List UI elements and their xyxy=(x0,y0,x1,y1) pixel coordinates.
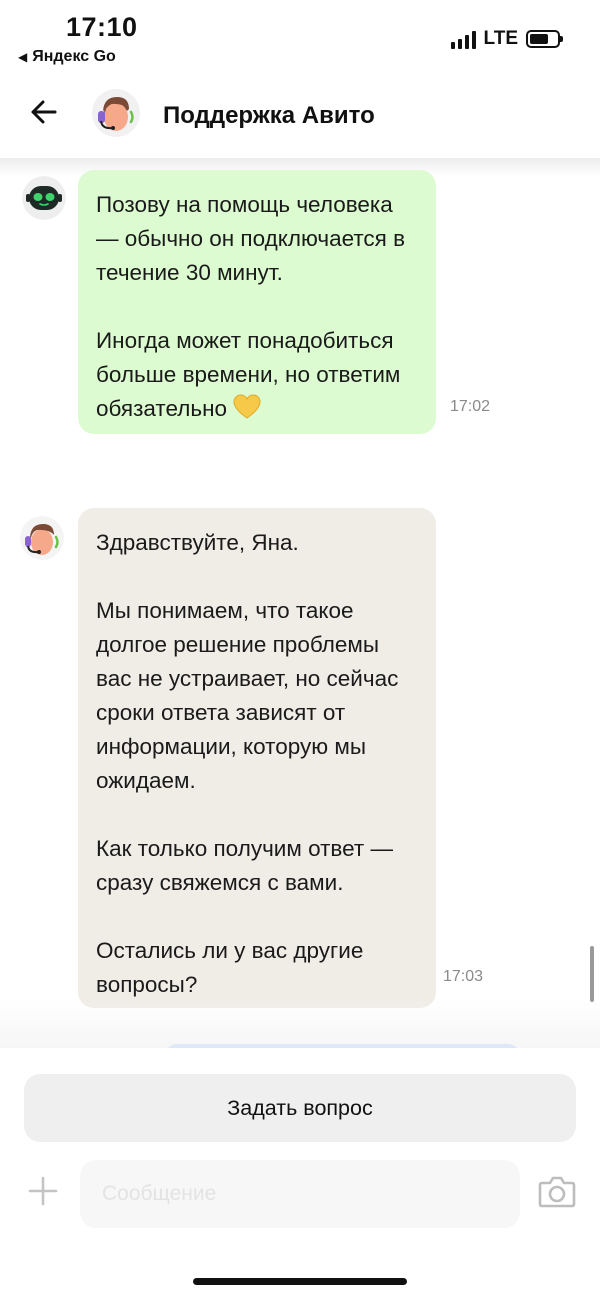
home-indicator[interactable] xyxy=(193,1278,407,1285)
bottom-scroll-fade xyxy=(0,1000,600,1048)
composer-panel: Задать вопрос xyxy=(0,1048,600,1297)
scrollbar[interactable] xyxy=(590,946,594,1002)
agent-message-bubble: Здравствуйте, Яна. Мы понимаем, что тако… xyxy=(78,508,436,1008)
network-type: LTE xyxy=(483,28,518,49)
message-input[interactable] xyxy=(80,1160,520,1228)
robot-avatar-icon xyxy=(22,176,66,220)
message-paragraph: Здравствуйте, Яна. xyxy=(96,530,299,555)
back-arrow-icon[interactable] xyxy=(28,96,60,128)
message-time: 17:03 xyxy=(443,968,484,985)
message-paragraph: Мы понимаем, что такое долгое решение пр… xyxy=(96,598,399,793)
back-triangle-icon: ◀ xyxy=(18,50,28,64)
support-agent-avatar-icon xyxy=(20,516,64,560)
camera-icon[interactable] xyxy=(538,1174,576,1208)
chat-header: Поддержка Авито xyxy=(0,82,600,160)
message-paragraph-with-emoji: Иногда может понадобиться больше времени… xyxy=(96,328,401,421)
cellular-signal-icon xyxy=(450,29,476,49)
ask-question-button[interactable]: Задать вопрос xyxy=(24,1074,576,1142)
message-paragraph: Позову на помощь человека — обычно он по… xyxy=(96,192,406,285)
battery-icon xyxy=(526,30,563,48)
plus-icon[interactable] xyxy=(28,1176,58,1206)
status-bar: 17:10 ◀ Яндекс Go LTE xyxy=(0,0,600,80)
message-time: 17:02 xyxy=(450,398,491,415)
message-paragraph: Остались ли у вас другие вопросы? xyxy=(96,938,364,997)
clock: 17:10 xyxy=(66,12,138,42)
back-to-app-link[interactable]: ◀ Яндекс Go xyxy=(18,48,116,66)
message-paragraph: Как только получим ответ — сразу свяжемс… xyxy=(96,836,393,895)
status-indicators: LTE xyxy=(450,28,563,50)
bot-message-bubble: Позову на помощь человека — обычно он по… xyxy=(78,170,436,434)
yellow-heart-icon xyxy=(233,394,261,419)
back-app-label: Яндекс Go xyxy=(32,48,116,65)
support-agent-avatar-icon xyxy=(92,89,140,137)
chat-title: Поддержка Авито xyxy=(163,102,375,129)
